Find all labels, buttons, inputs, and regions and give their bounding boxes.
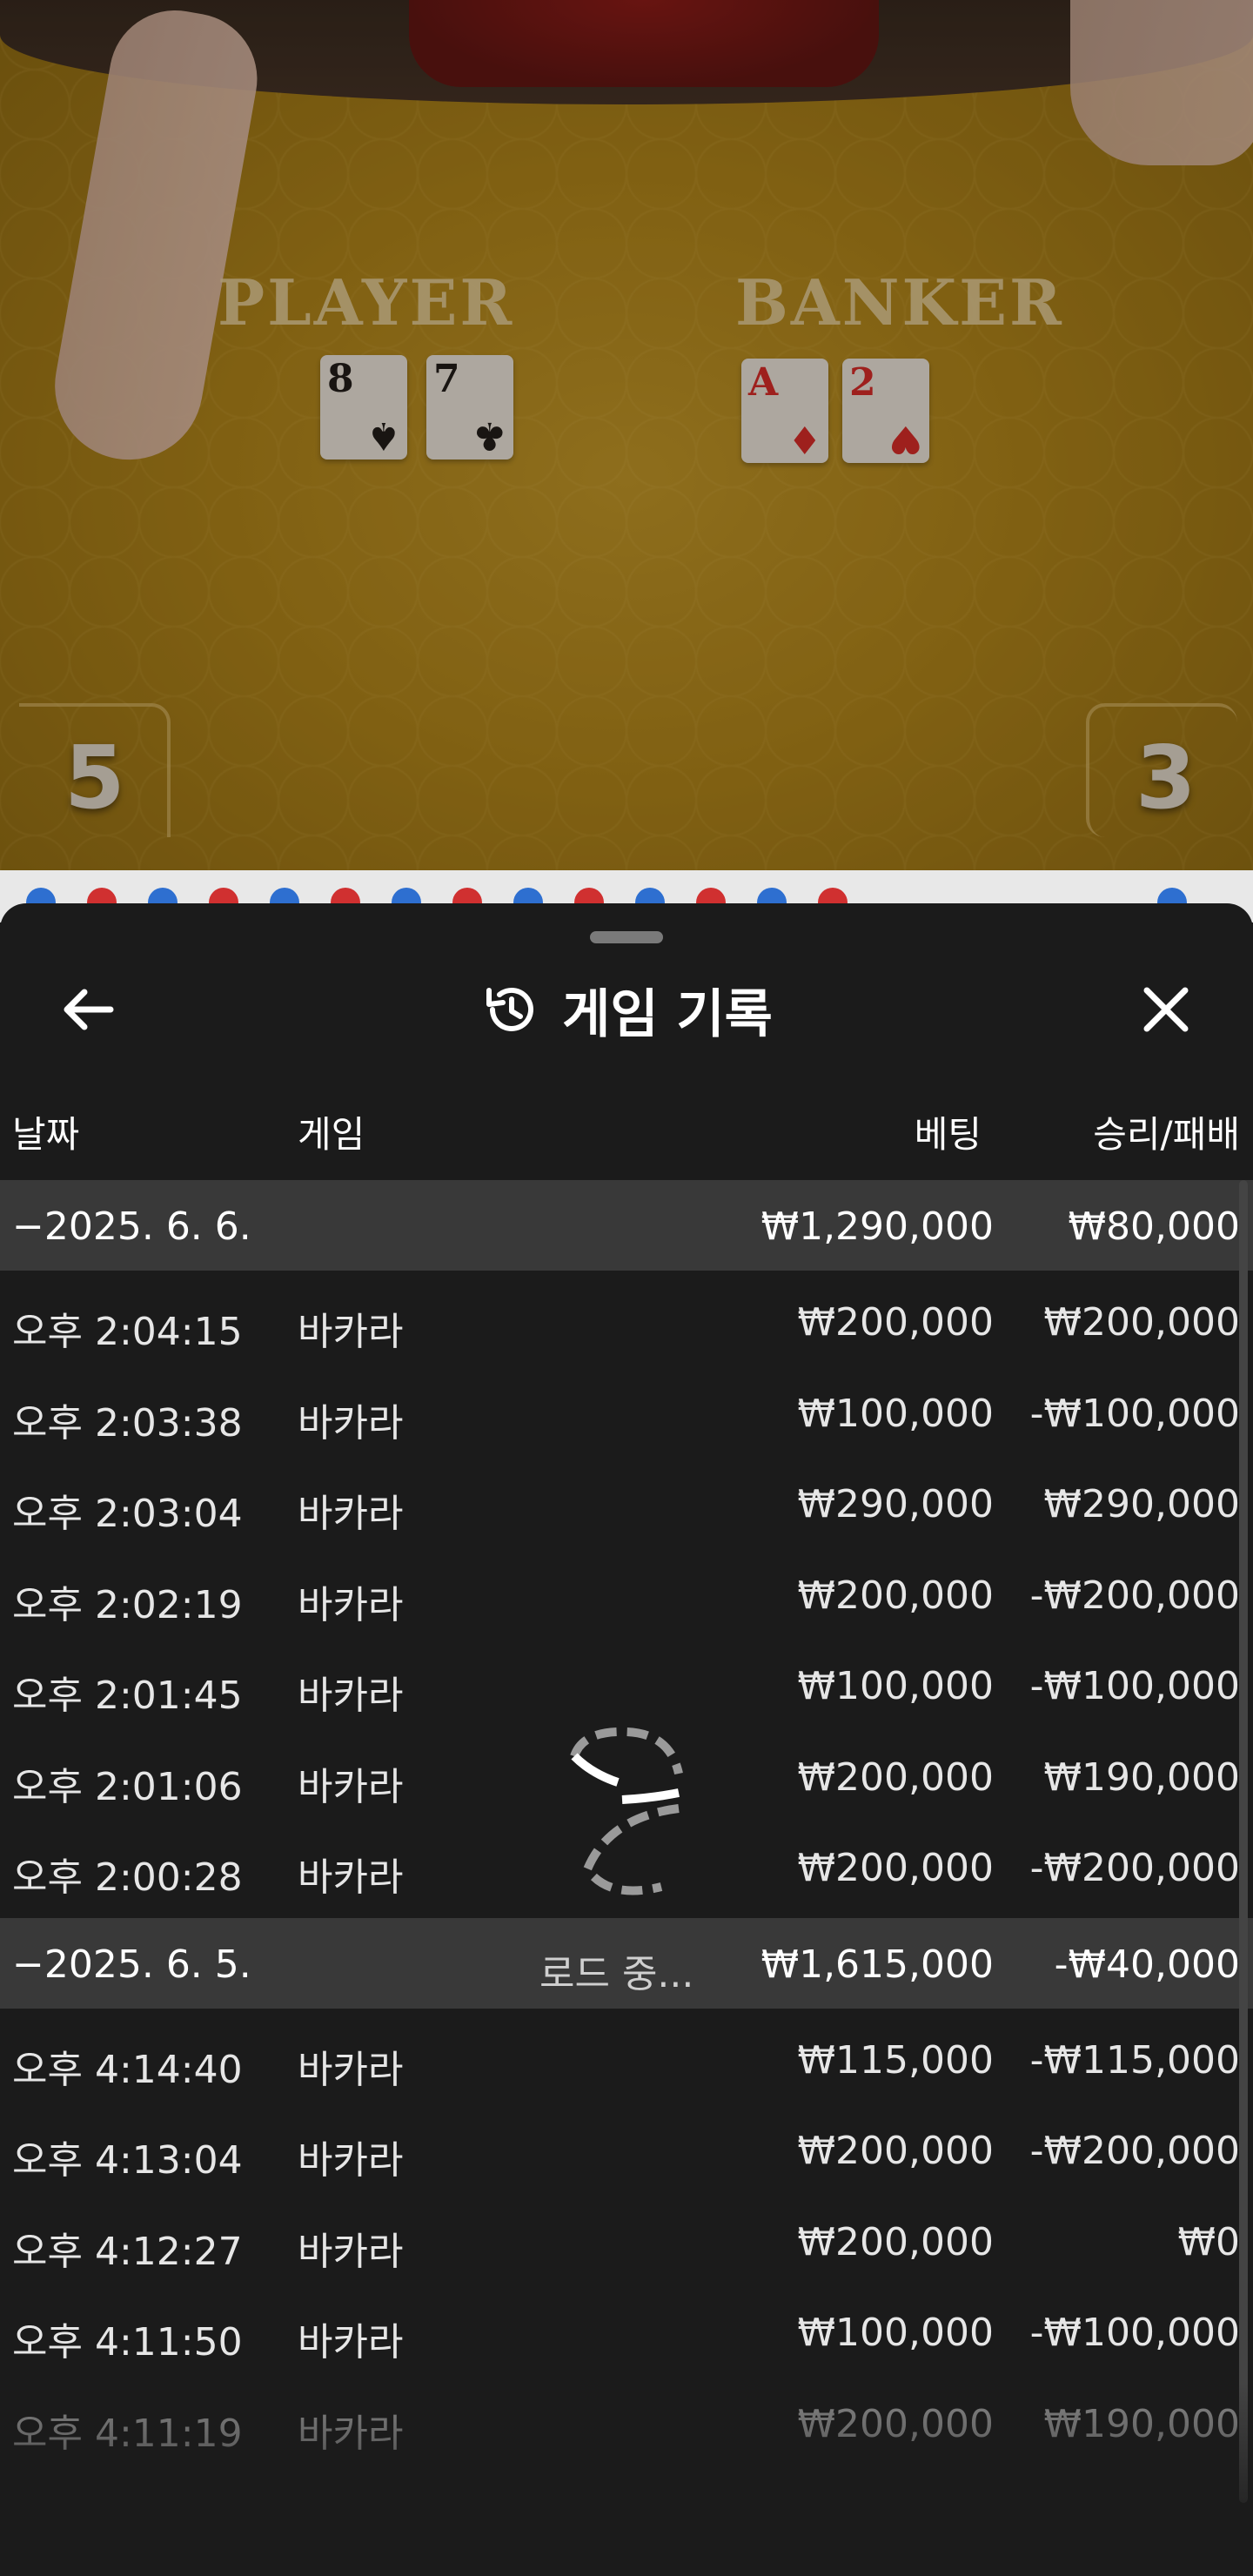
row-bet: ₩200,000	[797, 1300, 994, 1345]
row-time: 오후 2:03:04	[12, 1492, 243, 1536]
history-row[interactable]: 오후 2:02:19 바카라 ₩200,000 -₩200,000	[0, 1549, 1253, 1640]
row-result: -₩100,000	[1029, 2311, 1240, 2355]
sheet-title: 게임 기록	[562, 983, 773, 1045]
row-time: 오후 2:01:06	[12, 1764, 243, 1809]
group-date: −2025. 6. 6.	[12, 1204, 251, 1249]
history-row[interactable]: 오후 2:04:15 바카라 ₩200,000 ₩200,000	[0, 1276, 1253, 1366]
sheet-header: 게임 기록	[0, 966, 1253, 1053]
loading-text: 로드 중...	[539, 1951, 694, 1996]
close-button[interactable]	[1122, 966, 1209, 1053]
row-game: 바카라	[298, 1855, 404, 1900]
history-row[interactable]: 오후 2:03:38 바카라 ₩100,000 -₩100,000	[0, 1367, 1253, 1458]
row-result: ₩0	[1177, 2219, 1241, 2264]
row-time: 오후 4:13:04	[12, 2138, 243, 2183]
list-fade	[0, 2383, 1253, 2576]
row-game: 바카라	[298, 2229, 404, 2274]
row-game: 바카라	[298, 1764, 404, 1809]
row-bet: ₩200,000	[797, 1573, 994, 1618]
row-game: 바카라	[298, 1582, 404, 1627]
column-header-result: 승리/패배	[1093, 1113, 1240, 1156]
column-header-game: 게임	[298, 1113, 365, 1156]
row-time: 오후 2:00:28	[12, 1855, 243, 1900]
row-bet: ₩100,000	[797, 1391, 994, 1436]
row-result: -₩200,000	[1029, 1846, 1240, 1890]
row-game: 바카라	[298, 2047, 404, 2092]
history-clock-icon	[486, 987, 534, 1031]
column-header-bet: 베팅	[914, 1113, 982, 1156]
row-time: 오후 2:01:45	[12, 1674, 243, 1718]
history-row[interactable]: 오후 4:12:27 바카라 ₩200,000 ₩0	[0, 2196, 1253, 2286]
group-result-total: -₩40,000	[1054, 1942, 1240, 1987]
group-bet-total: ₩1,615,000	[761, 1942, 994, 1987]
row-time: 오후 2:04:15	[12, 1310, 243, 1354]
history-row[interactable]: 오후 4:13:04 바카라 ₩200,000 -₩200,000	[0, 2104, 1253, 2195]
video-dim-overlay	[0, 0, 1253, 870]
row-result: -₩100,000	[1029, 1391, 1240, 1436]
row-bet: ₩100,000	[797, 1664, 994, 1708]
row-result: -₩115,000	[1029, 2037, 1240, 2083]
row-bet: ₩200,000	[797, 1846, 994, 1890]
scrollbar[interactable]	[1239, 1180, 1248, 2503]
row-game: 바카라	[298, 2138, 404, 2183]
group-result-total: ₩80,000	[1068, 1204, 1240, 1249]
row-bet: ₩200,000	[797, 1754, 994, 1800]
row-result: ₩200,000	[1043, 1300, 1240, 1345]
history-row[interactable]: 오후 4:14:40 바카라 ₩115,000 -₩115,000	[0, 2014, 1253, 2104]
row-game: 바카라	[298, 1400, 404, 1446]
row-bet: ₩200,000	[797, 2219, 994, 2264]
drag-handle[interactable]	[590, 931, 663, 943]
row-time: 오후 4:11:50	[12, 2320, 243, 2365]
row-time: 오후 4:12:27	[12, 2229, 243, 2274]
row-game: 바카라	[298, 1492, 404, 1536]
row-result: -₩200,000	[1029, 2129, 1240, 2173]
row-time: 오후 2:03:38	[12, 1400, 243, 1446]
group-bet-total: ₩1,290,000	[761, 1204, 994, 1249]
row-result: -₩100,000	[1029, 1664, 1240, 1708]
group-date: −2025. 6. 5.	[12, 1942, 251, 1987]
row-bet: ₩290,000	[797, 1482, 994, 1526]
row-game: 바카라	[298, 2320, 404, 2365]
loading-spinner-icon	[570, 1727, 683, 1895]
close-icon	[1143, 987, 1189, 1032]
row-game: 바카라	[298, 1310, 404, 1354]
history-row[interactable]: 오후 4:11:50 바카라 ₩100,000 -₩100,000	[0, 2286, 1253, 2377]
game-history-sheet: 게임 기록 날짜 게임 베팅 승리/패배 −2025. 6. 6. ₩1,290,…	[0, 903, 1253, 2576]
date-group-header[interactable]: −2025. 6. 6. ₩1,290,000 ₩80,000	[0, 1180, 1253, 1271]
row-result: ₩290,000	[1043, 1482, 1240, 1526]
history-row[interactable]: 오후 2:03:04 바카라 ₩290,000 ₩290,000	[0, 1458, 1253, 1548]
column-header-date: 날짜	[12, 1113, 80, 1156]
row-result: -₩200,000	[1029, 1573, 1240, 1618]
history-row[interactable]: 오후 2:01:45 바카라 ₩100,000 -₩100,000	[0, 1640, 1253, 1730]
row-game: 바카라	[298, 1674, 404, 1718]
row-bet: ₩200,000	[797, 2129, 994, 2173]
row-time: 오후 4:14:40	[12, 2047, 243, 2092]
row-bet: ₩115,000	[797, 2037, 994, 2083]
row-result: ₩190,000	[1043, 1754, 1240, 1800]
row-time: 오후 2:02:19	[12, 1582, 243, 1627]
row-bet: ₩100,000	[797, 2311, 994, 2355]
live-video-feed: PLAYER BANKER 8 ♠ 7 ♣ A ♦ 2 ♥ 5 3	[0, 0, 1253, 870]
